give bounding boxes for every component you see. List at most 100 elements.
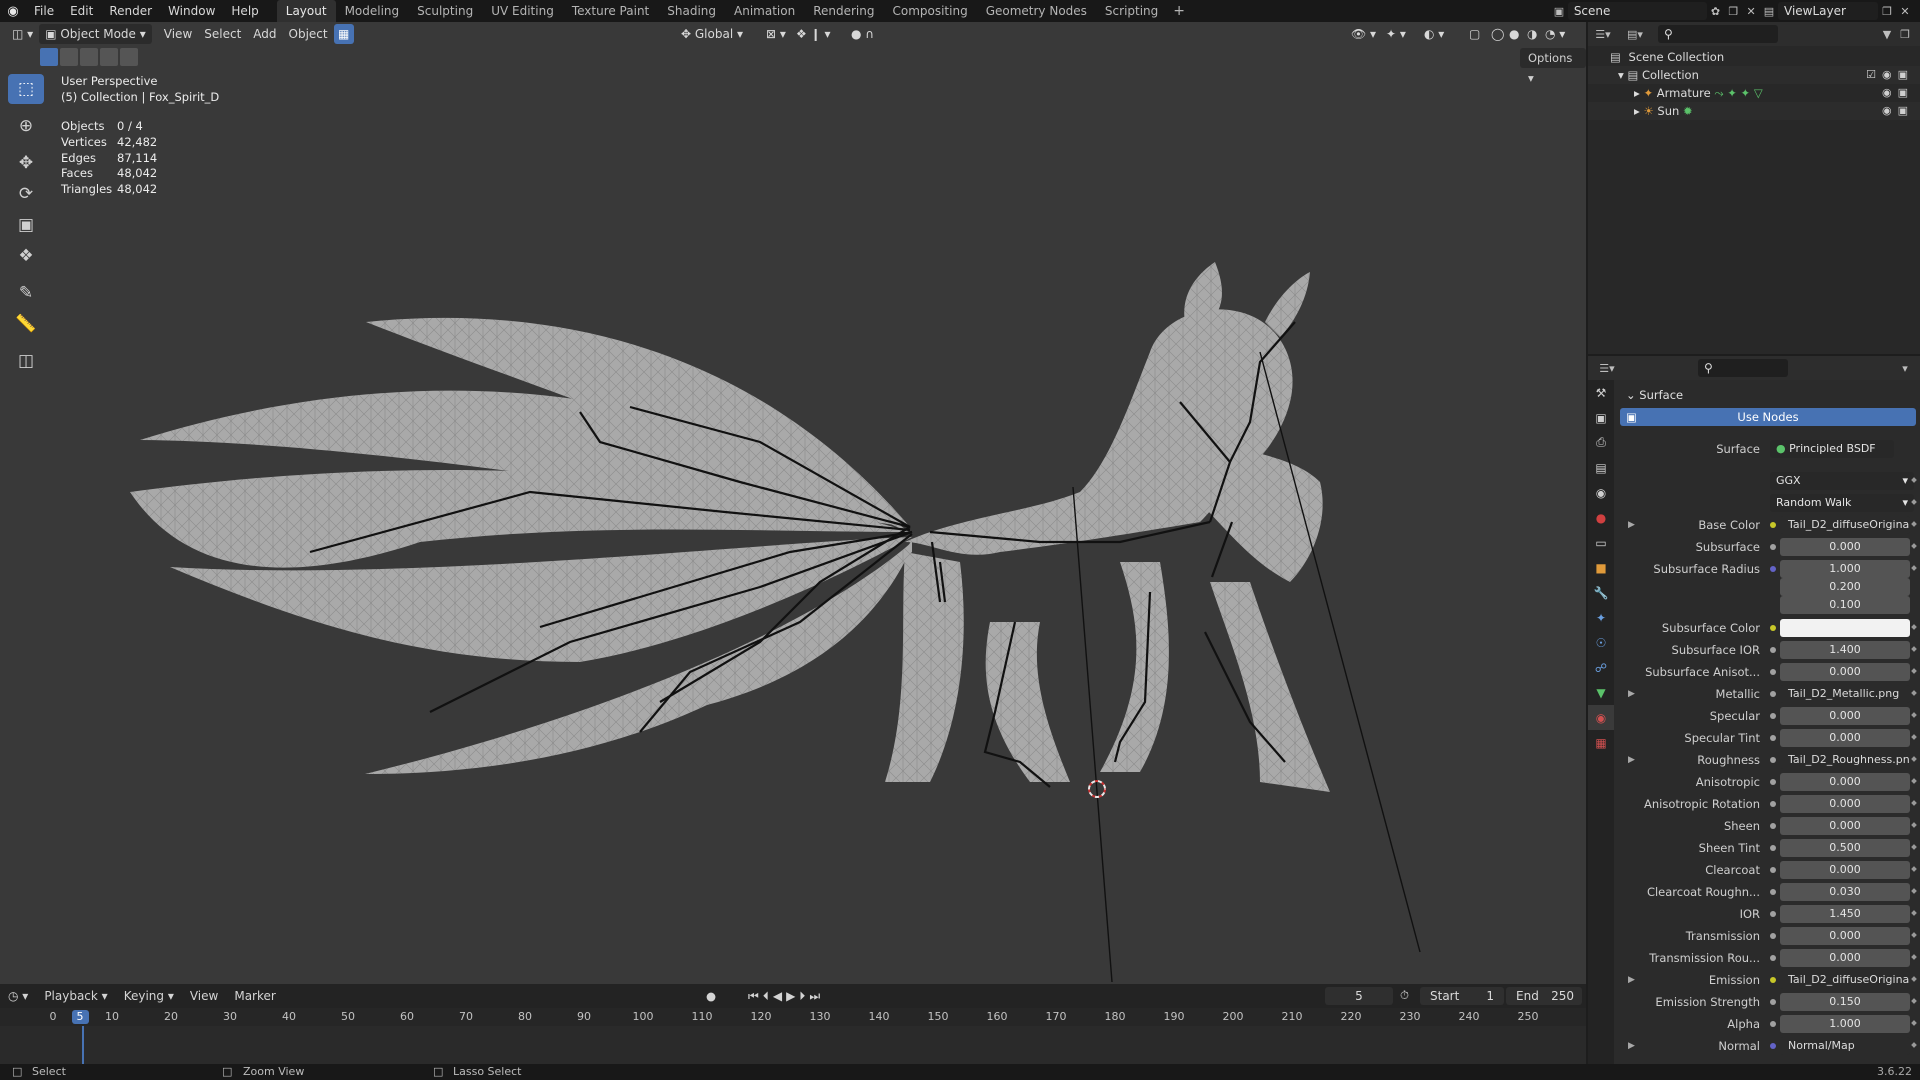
keyframe-icon[interactable] (1911, 954, 1917, 960)
socket-dot-icon[interactable] (1770, 933, 1776, 939)
tab-texture-paint[interactable]: Texture Paint (563, 0, 658, 22)
keyframe-icon[interactable] (1911, 844, 1917, 850)
timeline-menu-marker[interactable]: Marker (226, 989, 283, 1003)
viewlayer-icon[interactable]: ▤ (1760, 2, 1778, 20)
keyframe-icon[interactable] (1911, 800, 1917, 806)
filter-icon[interactable]: ▼ (1878, 25, 1896, 43)
timeline-editor-icon[interactable]: ◷ ▾ (0, 989, 36, 1003)
data-tab-icon[interactable]: ▼ (1588, 680, 1614, 705)
transform-orientation[interactable]: ✥ Global ▾ (675, 24, 749, 44)
tab-scripting[interactable]: Scripting (1096, 0, 1167, 22)
socket-dot-icon[interactable] (1770, 757, 1776, 763)
menu-file[interactable]: File (26, 0, 62, 22)
pin-icon[interactable]: ✿ (1707, 2, 1725, 20)
current-frame-field[interactable]: 5 (1325, 987, 1393, 1005)
scale-icon[interactable]: ▣ (8, 210, 44, 240)
prop-link-field[interactable]: Normal/Map (1780, 1037, 1910, 1055)
socket-dot-icon[interactable] (1770, 713, 1776, 719)
prop-number-field[interactable]: 1.400 (1780, 641, 1910, 659)
overlays-icon[interactable]: ◐ ▾ (1418, 24, 1450, 44)
blender-logo-icon[interactable]: ◉ (0, 0, 26, 22)
visibility-icon[interactable]: 👁 ▾ (1345, 24, 1382, 44)
socket-dot-icon[interactable] (1770, 625, 1776, 631)
select-intersect-icon[interactable] (120, 48, 138, 66)
properties-editor-icon[interactable]: ☰▾ (1598, 359, 1616, 377)
output-tab-icon[interactable]: ⎙ (1588, 430, 1614, 455)
keyframe-icon[interactable] (1911, 976, 1917, 982)
prop-number-field[interactable]: 0.000 (1780, 795, 1910, 813)
prop-number-field[interactable]: 1.000 (1780, 1015, 1910, 1033)
current-frame-marker[interactable]: 5 (71, 1010, 89, 1024)
prop-number-field[interactable]: 0.200 (1780, 578, 1910, 596)
tab-compositing[interactable]: Compositing (883, 0, 976, 22)
outliner-row-collection[interactable]: ▾ ▤ Collection ☑◉▣ (1588, 66, 1920, 84)
prop-link-field[interactable]: Tail_D2_Metallic.png (1780, 685, 1910, 703)
world-tab-icon[interactable]: ● (1588, 505, 1614, 530)
tab-sculpting[interactable]: Sculpting (408, 0, 482, 22)
camera-icon[interactable]: ▣ (1898, 86, 1914, 99)
chevron-down-icon[interactable]: ▾ (1896, 359, 1914, 377)
jump-start-icon[interactable]: ⏮ (748, 989, 763, 1003)
prop-number-field[interactable]: 1.450 (1780, 905, 1910, 923)
rotate-icon[interactable]: ⟳ (8, 179, 44, 209)
prop-number-field[interactable]: 0.000 (1780, 538, 1910, 556)
camera-icon[interactable]: ▣ (1898, 68, 1914, 81)
transform-icon[interactable]: ❖ (8, 241, 44, 271)
prop-number-field[interactable]: 1.000 (1780, 560, 1910, 578)
expand-arrow-icon[interactable]: ▶ (1628, 971, 1635, 989)
prop-number-field[interactable]: 0.500 (1780, 839, 1910, 857)
socket-dot-icon[interactable] (1770, 845, 1776, 851)
socket-dot-icon[interactable] (1770, 1021, 1776, 1027)
surface-shader-field[interactable]: ● Principled BSDF (1770, 440, 1894, 458)
menu-window[interactable]: Window (160, 0, 223, 22)
prop-number-field[interactable]: 0.030 (1780, 883, 1910, 901)
socket-dot-icon[interactable] (1770, 544, 1776, 550)
timeline-menu-playback[interactable]: Playback ▾ (36, 989, 115, 1003)
tab-geometry-nodes[interactable]: Geometry Nodes (977, 0, 1096, 22)
expand-arrow-icon[interactable]: ▶ (1628, 685, 1635, 703)
eye-icon[interactable]: ◉ (1882, 68, 1898, 81)
display-mode-icon[interactable]: ▤▾ (1626, 25, 1644, 43)
menu-render[interactable]: Render (101, 0, 160, 22)
prop-link-field[interactable]: Tail_D2_diffuseOriginal.png (1780, 971, 1910, 989)
keyframe-icon[interactable] (1911, 734, 1917, 740)
expand-arrow-icon[interactable]: ▶ (1628, 516, 1635, 534)
texture-tab-icon[interactable]: ▦ (1588, 730, 1614, 755)
record-icon[interactable]: ● (706, 989, 716, 1003)
keyframe-icon[interactable] (1911, 690, 1917, 696)
prop-number-field[interactable]: 0.100 (1780, 596, 1910, 614)
socket-dot-icon[interactable] (1770, 801, 1776, 807)
keyframe-icon[interactable] (1911, 521, 1917, 527)
prop-number-field[interactable]: 0.000 (1780, 817, 1910, 835)
prop-number-field[interactable]: 0.000 (1780, 861, 1910, 879)
keyframe-icon[interactable] (1911, 888, 1917, 894)
particles-tab-icon[interactable]: ✦ (1588, 605, 1614, 630)
mode-selector[interactable]: ▣ Object Mode ▾ (39, 24, 152, 44)
new-viewlayer-icon[interactable]: ❐ (1878, 2, 1896, 20)
physics-tab-icon[interactable]: ☉ (1588, 630, 1614, 655)
prop-link-field[interactable]: Tail_D2_Roughness.png (1780, 751, 1910, 769)
scene-name-field[interactable]: Scene (1567, 2, 1707, 20)
camera-icon[interactable]: ▣ (1898, 104, 1914, 117)
keyframe-icon[interactable] (1911, 1020, 1917, 1026)
socket-dot-icon[interactable] (1770, 566, 1776, 572)
3d-viewport[interactable]: ◫ ▾ ▣ Object Mode ▾ View Select Add Object … (0, 22, 1586, 984)
eye-icon[interactable]: ◉ (1882, 86, 1898, 99)
collection-tab-icon[interactable]: ▭ (1588, 530, 1614, 555)
keyframe-icon[interactable] (1911, 624, 1917, 630)
xray-icon[interactable]: ▢ (1463, 24, 1486, 44)
timeline-track[interactable] (0, 1026, 1586, 1064)
tab-modeling[interactable]: Modeling (336, 0, 409, 22)
scene-icon[interactable]: ▣ (1550, 2, 1568, 20)
snap-icon[interactable]: ❖ ❙ ▾ (790, 24, 836, 44)
properties-search-input[interactable]: ⚲ (1698, 359, 1788, 377)
prop-number-field[interactable]: 0.000 (1780, 773, 1910, 791)
expand-arrow-icon[interactable]: ▶ (1628, 751, 1635, 769)
socket-dot-icon[interactable] (1770, 977, 1776, 983)
keyframe-icon[interactable] (1911, 668, 1917, 674)
add-workspace-button[interactable]: + (1167, 3, 1191, 19)
prop-number-field[interactable]: 0.000 (1780, 707, 1910, 725)
tab-uv-editing[interactable]: UV Editing (482, 0, 563, 22)
menu-help[interactable]: Help (223, 0, 266, 22)
viewport-menu-add[interactable]: Add (247, 24, 282, 44)
